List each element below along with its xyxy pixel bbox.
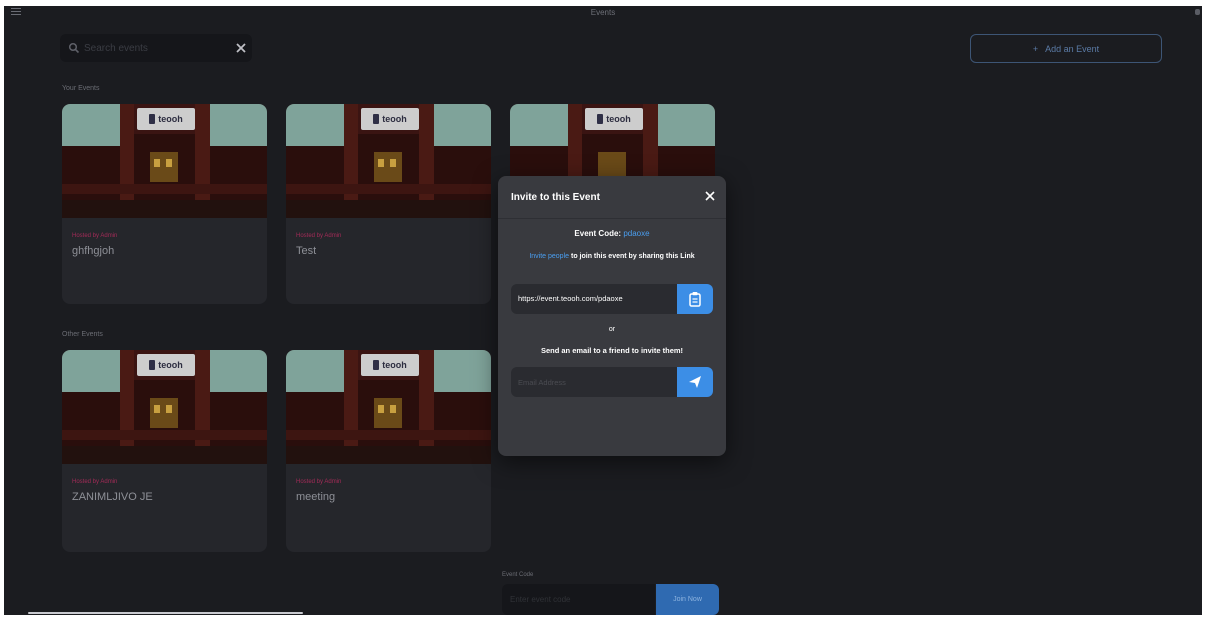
page-title: Events (590, 8, 616, 17)
clear-search-icon[interactable] (234, 41, 248, 55)
close-icon[interactable] (702, 188, 718, 204)
email-field[interactable] (511, 367, 677, 397)
invite-modal: Invite to this Event Event Code: pdaoxe … (498, 176, 726, 456)
teooh-logo: teooh (585, 108, 643, 130)
invite-instructions: Invite people to join this event by shar… (518, 252, 706, 261)
copy-link-button[interactable] (677, 284, 713, 314)
event-card[interactable]: teooh Hosted by Admin Test (286, 104, 491, 304)
top-bar: Events (4, 6, 1202, 22)
your-events-heading: Your Events (62, 85, 100, 92)
email-prompt: Send an email to a friend to invite them… (540, 346, 684, 355)
modal-divider (498, 218, 726, 219)
search-bar (60, 34, 252, 62)
invite-instructions-text: to join this event by sharing this Link (570, 253, 695, 260)
event-title: ghfhgjoh (72, 245, 115, 257)
teooh-logo: teooh (137, 108, 195, 130)
teooh-logo: teooh (137, 354, 195, 376)
search-icon (68, 42, 80, 54)
event-title: ZANIMLJIVO JE (72, 491, 153, 503)
teooh-logo: teooh (361, 354, 419, 376)
event-host: Hosted by Admin (296, 479, 342, 485)
event-code-label: Event Code: (574, 229, 622, 238)
event-thumbnail: teooh (286, 104, 491, 218)
event-host: Hosted by Admin (72, 479, 118, 485)
event-title: meeting (296, 491, 336, 503)
modal-title: Invite to this Event (511, 192, 600, 203)
join-code-label: Event Code (502, 572, 534, 578)
event-host: Hosted by Admin (72, 233, 118, 239)
add-event-label: Add an Event (1045, 43, 1100, 54)
event-thumbnail: teooh (62, 104, 267, 218)
profile-icon[interactable] (1195, 9, 1200, 15)
add-event-button[interactable]: + Add an Event (970, 34, 1162, 63)
event-title: Test (296, 245, 317, 257)
event-card[interactable]: teooh Hosted by Admin meeting (286, 350, 491, 552)
event-thumbnail: teooh (62, 350, 267, 464)
share-link-row: https://event.teooh.com/pdaoxe (511, 284, 713, 314)
or-separator: or (608, 326, 616, 333)
event-card[interactable]: teooh Hosted by Admin ZANIMLJIVO JE (62, 350, 267, 552)
email-invite-row (511, 367, 713, 397)
event-thumbnail: teooh (286, 350, 491, 464)
event-host: Hosted by Admin (296, 233, 342, 239)
share-link-field[interactable]: https://event.teooh.com/pdaoxe (511, 284, 677, 314)
search-input[interactable] (84, 40, 214, 56)
event-code-line: Event Code: pdaoxe (498, 229, 726, 238)
invite-people-link[interactable]: Invite people (529, 253, 569, 260)
teooh-logo: teooh (361, 108, 419, 130)
event-card[interactable]: teooh Hosted by Admin ghfhgjoh (62, 104, 267, 304)
join-now-button[interactable]: Join Now (656, 584, 719, 615)
plus-icon: + (1032, 43, 1039, 54)
send-icon (689, 376, 701, 388)
app-window: Events + Add an Event Your Events (4, 6, 1202, 615)
clipboard-icon (689, 292, 701, 307)
event-code-value: pdaoxe (623, 229, 650, 238)
other-events-heading: Other Events (62, 331, 103, 338)
send-invite-button[interactable] (677, 367, 713, 397)
horizontal-scrollbar[interactable] (28, 612, 303, 614)
event-code-input[interactable] (502, 584, 655, 615)
